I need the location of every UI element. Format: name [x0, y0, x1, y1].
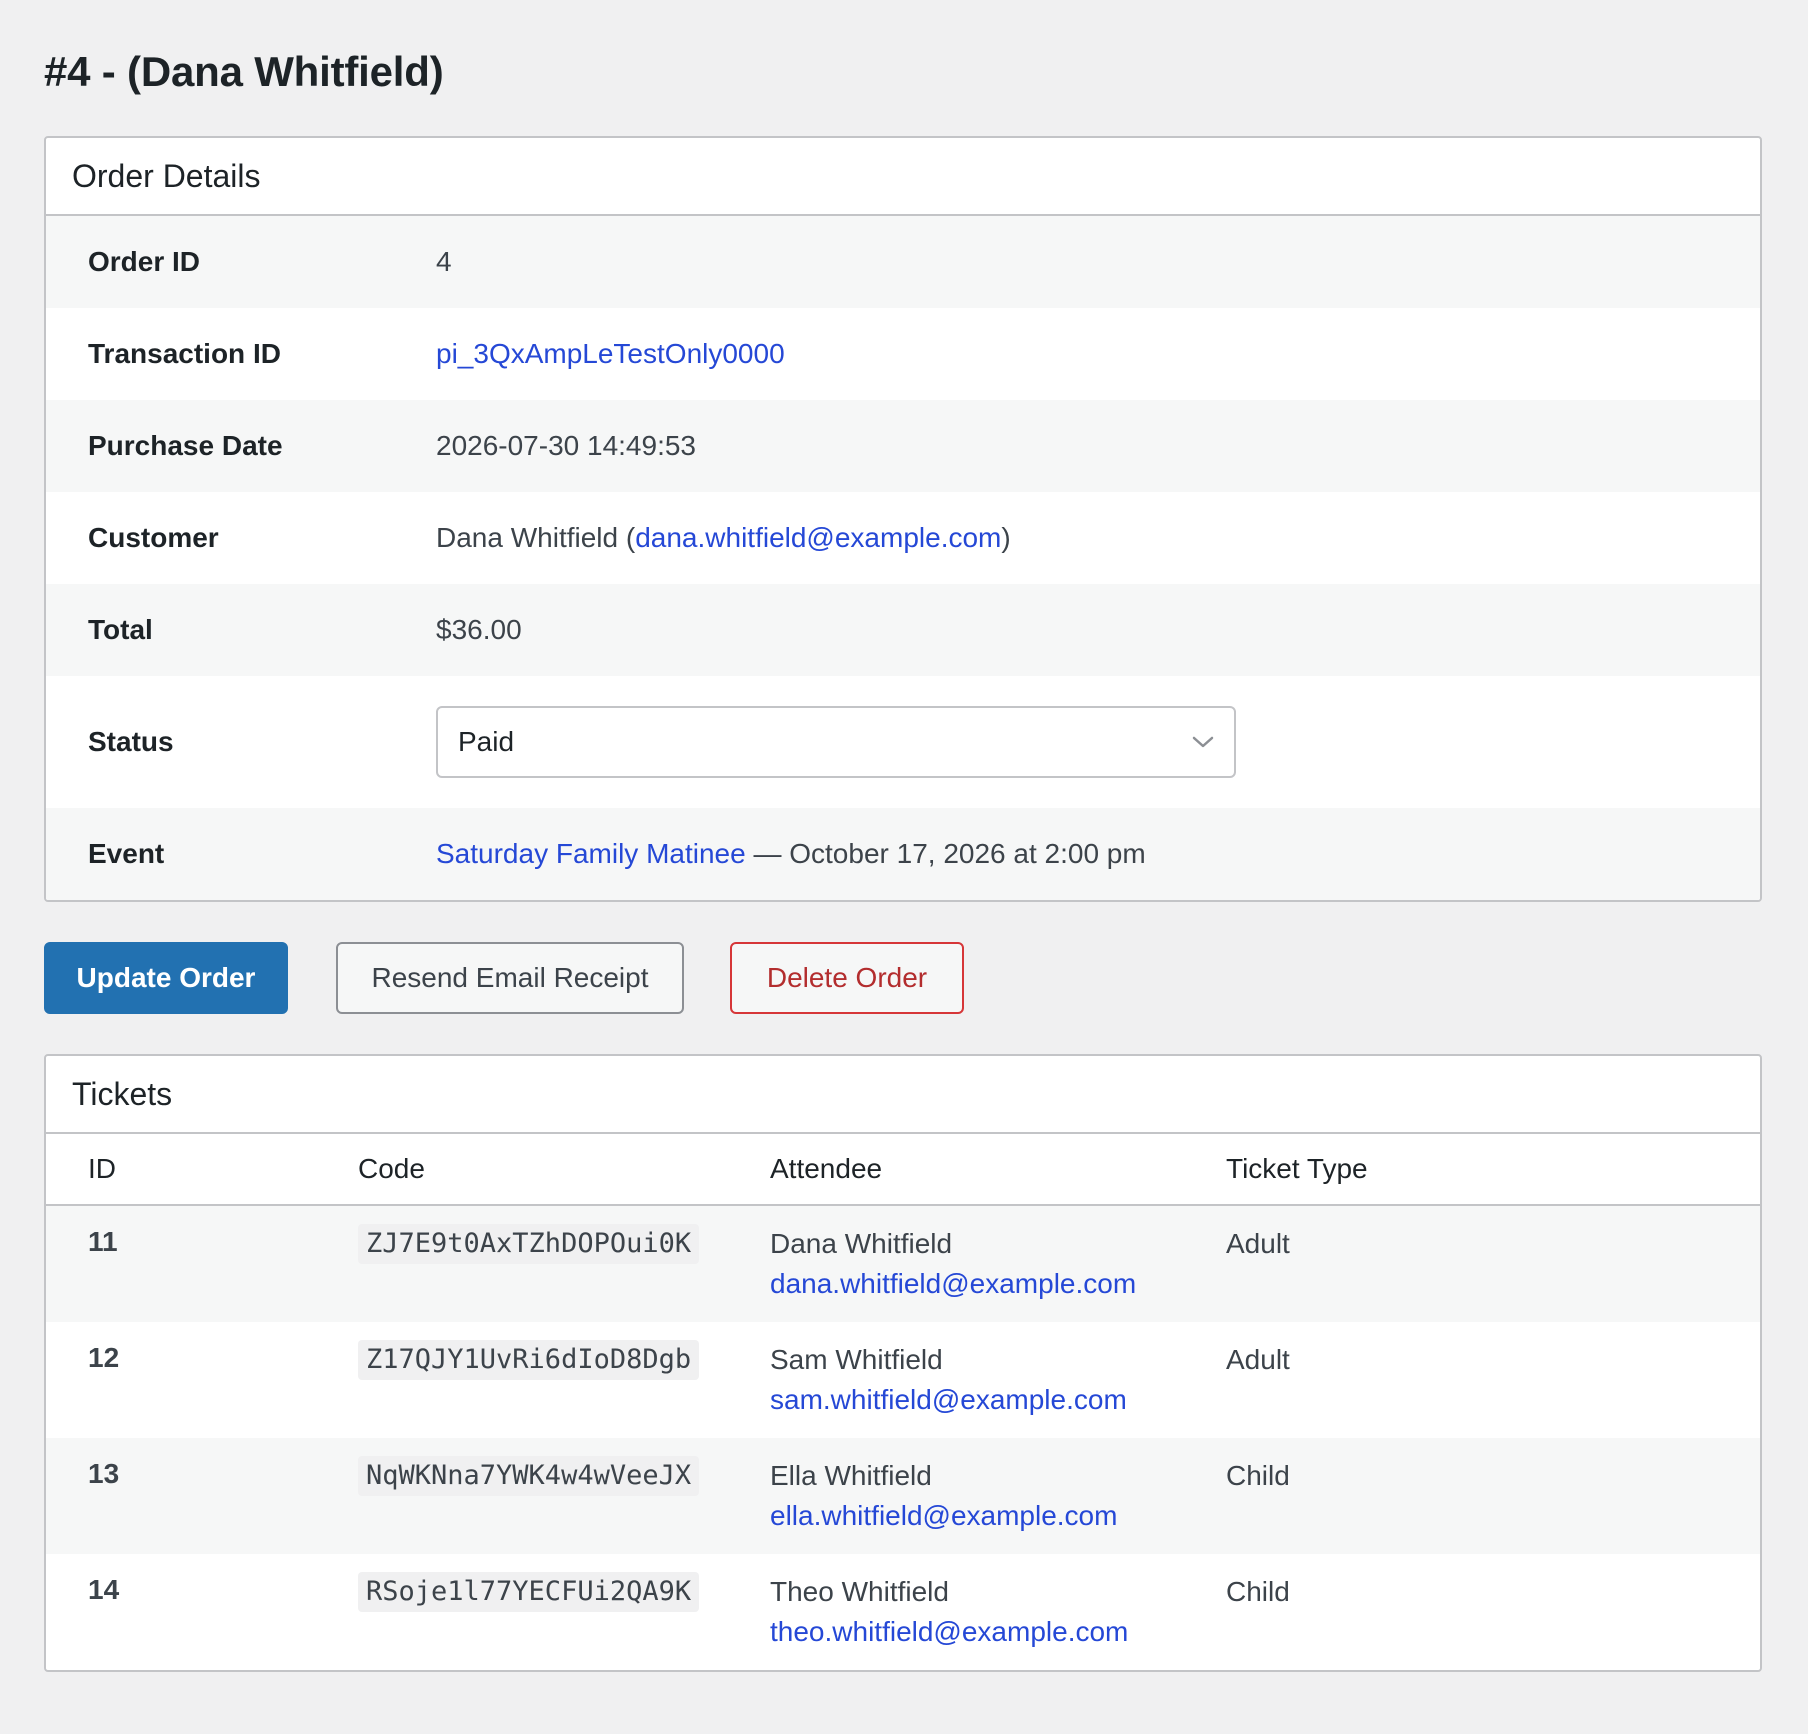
status-row: Status Paid — [46, 676, 1760, 808]
total-row: Total $36.00 — [46, 584, 1760, 676]
event-link[interactable]: Saturday Family Matinee — [436, 838, 746, 869]
event-value: Saturday Family Matinee — October 17, 20… — [436, 838, 1146, 870]
purchase-date-value: 2026-07-30 14:49:53 — [436, 430, 696, 461]
ticket-type: Adult — [1226, 1344, 1290, 1375]
event-label: Event — [88, 838, 165, 869]
chevron-down-icon — [1192, 735, 1214, 749]
customer-name: Dana Whitfield — [436, 522, 619, 553]
attendee-email-link[interactable]: theo.whitfield@example.com — [770, 1616, 1128, 1647]
customer-label: Customer — [88, 522, 219, 553]
tickets-table-header: ID Code Attendee Ticket Type — [46, 1134, 1760, 1206]
total-label: Total — [88, 614, 153, 645]
table-row: 11 ZJ7E9t0AxTZhDOPOui0K Dana Whitfield d… — [46, 1206, 1760, 1322]
resend-email-receipt-button[interactable]: Resend Email Receipt — [336, 942, 684, 1014]
ticket-id: 13 — [88, 1458, 120, 1489]
customer-close-paren: ) — [1001, 522, 1011, 553]
ticket-code: Z17QJY1UvRi6dIoD8Dgb — [358, 1340, 700, 1380]
customer-value: Dana Whitfield (dana.whitfield@example.c… — [436, 522, 1011, 554]
customer-email-link[interactable]: dana.whitfield@example.com — [635, 522, 1001, 553]
purchase-date-row: Purchase Date 2026-07-30 14:49:53 — [46, 400, 1760, 492]
order-id-label: Order ID — [88, 246, 201, 277]
column-header-id: ID — [88, 1153, 116, 1184]
tickets-heading: Tickets — [46, 1056, 1760, 1134]
transaction-id-link[interactable]: pi_3QxAmpLeTestOnly0000 — [436, 338, 785, 369]
ticket-type: Adult — [1226, 1228, 1290, 1259]
attendee-name: Theo Whitfield — [770, 1576, 949, 1607]
order-id-row: Order ID 4 — [46, 216, 1760, 308]
attendee-name: Ella Whitfield — [770, 1460, 932, 1491]
ticket-code: NqWKNna7YWK4w4wVeeJX — [358, 1456, 700, 1496]
order-details-heading: Order Details — [46, 138, 1760, 216]
ticket-id: 12 — [88, 1342, 120, 1373]
purchase-date-label: Purchase Date — [88, 430, 283, 461]
ticket-type: Child — [1226, 1460, 1290, 1491]
table-row: 13 NqWKNna7YWK4w4wVeeJX Ella Whitfield e… — [46, 1438, 1760, 1554]
ticket-code: ZJ7E9t0AxTZhDOPOui0K — [358, 1224, 700, 1264]
status-selected-value: Paid — [458, 726, 515, 757]
order-id-value: 4 — [436, 246, 452, 277]
transaction-id-row: Transaction ID pi_3QxAmpLeTestOnly0000 — [46, 308, 1760, 400]
transaction-id-label: Transaction ID — [88, 338, 281, 369]
ticket-id: 11 — [88, 1226, 118, 1257]
column-header-ticket-type: Ticket Type — [1226, 1153, 1368, 1184]
attendee-name: Dana Whitfield — [770, 1228, 953, 1259]
table-row: 12 Z17QJY1UvRi6dIoD8Dgb Sam Whitfield sa… — [46, 1322, 1760, 1438]
customer-row: Customer Dana Whitfield (dana.whitfield@… — [46, 492, 1760, 584]
page-title: #4 - (Dana Whitfield) — [44, 48, 444, 95]
attendee-name: Sam Whitfield — [770, 1344, 943, 1375]
attendee-email-link[interactable]: sam.whitfield@example.com — [770, 1384, 1127, 1415]
attendee-email-link[interactable]: dana.whitfield@example.com — [770, 1268, 1136, 1299]
column-header-code: Code — [358, 1153, 425, 1184]
total-value: $36.00 — [436, 614, 522, 645]
ticket-type: Child — [1226, 1576, 1290, 1607]
status-select[interactable]: Paid — [436, 706, 1236, 778]
column-header-attendee: Attendee — [770, 1153, 883, 1184]
customer-open-paren: ( — [618, 522, 636, 553]
table-row: 14 RSoje1l77YECFUi2QA9K Theo Whitfield t… — [46, 1554, 1760, 1670]
attendee-email-link[interactable]: ella.whitfield@example.com — [770, 1500, 1117, 1531]
order-actions: Update Order Resend Email Receipt Delete… — [44, 942, 964, 1014]
update-order-button[interactable]: Update Order — [44, 942, 288, 1014]
ticket-id: 14 — [88, 1574, 120, 1605]
tickets-card: Tickets ID Code Attendee Ticket Type 11 … — [44, 1054, 1762, 1672]
order-details-card: Order Details Order ID 4 Transaction ID … — [44, 136, 1762, 902]
event-row: Event Saturday Family Matinee — October … — [46, 808, 1760, 900]
event-datetime: — October 17, 2026 at 2:00 pm — [745, 838, 1146, 869]
delete-order-button[interactable]: Delete Order — [730, 942, 964, 1014]
status-label: Status — [88, 726, 174, 757]
ticket-code: RSoje1l77YECFUi2QA9K — [358, 1572, 700, 1612]
